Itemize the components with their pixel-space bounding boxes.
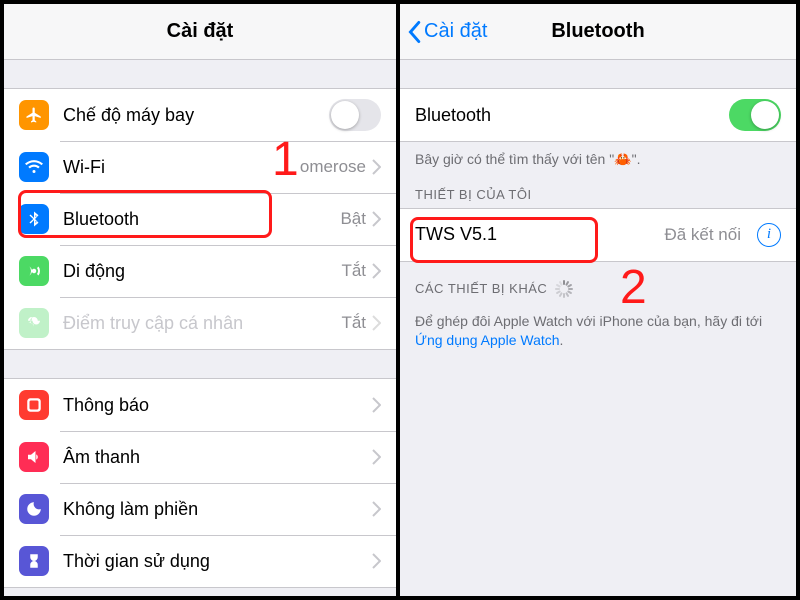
chevron-right-icon bbox=[372, 397, 381, 413]
cell-screentime[interactable]: Thời gian sử dụng bbox=[4, 535, 396, 587]
bluetooth-toggle-group: Bluetooth bbox=[400, 88, 796, 142]
pair-note: Để ghép đôi Apple Watch với iPhone của b… bbox=[400, 304, 796, 350]
cell-bluetooth[interactable]: Bluetooth Bật bbox=[4, 193, 396, 245]
airplane-icon bbox=[19, 100, 49, 130]
spinner-icon bbox=[555, 280, 573, 298]
cell-sounds[interactable]: Âm thanh bbox=[4, 431, 396, 483]
settings-group-general: Thông báo Âm thanh Không làm phiền bbox=[4, 378, 396, 588]
settings-title: Cài đặt bbox=[167, 20, 234, 43]
cell-device-tws[interactable]: TWS V5.1 Đã kết nối i bbox=[400, 209, 796, 261]
bluetooth-value: Bật bbox=[340, 209, 366, 229]
apple-watch-link[interactable]: Ứng dụng Apple Watch bbox=[415, 332, 560, 348]
chevron-right-icon bbox=[372, 553, 381, 569]
cell-bluetooth-toggle[interactable]: Bluetooth bbox=[400, 89, 796, 141]
cell-airplane[interactable]: Chế độ máy bay bbox=[4, 89, 396, 141]
settings-navbar: Cài đặt bbox=[4, 4, 396, 60]
bluetooth-label: Bluetooth bbox=[63, 209, 340, 230]
hotspot-value: Tắt bbox=[341, 313, 366, 333]
hotspot-icon bbox=[19, 308, 49, 338]
cell-dnd[interactable]: Không làm phiền bbox=[4, 483, 396, 535]
chevron-right-icon bbox=[372, 211, 381, 227]
my-devices-header: THIẾT BỊ CỦA TÔI bbox=[400, 169, 796, 208]
hotspot-label: Điểm truy cập cá nhân bbox=[63, 313, 341, 334]
chevron-right-icon bbox=[372, 315, 381, 331]
other-devices-header: CÁC THIẾT BỊ KHÁC bbox=[400, 262, 796, 304]
callout-2: 2 bbox=[620, 260, 647, 315]
device-info-button[interactable]: i bbox=[757, 223, 781, 247]
sounds-label: Âm thanh bbox=[63, 447, 372, 468]
device-name: TWS V5.1 bbox=[415, 224, 664, 245]
airplane-switch[interactable] bbox=[329, 99, 381, 131]
bluetooth-icon bbox=[19, 204, 49, 234]
chevron-right-icon bbox=[372, 501, 381, 517]
wifi-value: omerose bbox=[300, 157, 366, 177]
bluetooth-toggle-label: Bluetooth bbox=[415, 105, 729, 126]
bluetooth-title: Bluetooth bbox=[551, 20, 644, 43]
callout-1: 1 bbox=[272, 132, 299, 187]
cell-cellular[interactable]: Di động Tắt bbox=[4, 245, 396, 297]
chevron-right-icon bbox=[372, 159, 381, 175]
settings-group-network: Chế độ máy bay Wi-Fi omerose Bluetooth B… bbox=[4, 88, 396, 350]
my-devices-group: TWS V5.1 Đã kết nối i bbox=[400, 208, 796, 262]
discoverable-note: Bây giờ có thể tìm thấy với tên "🦀". bbox=[400, 142, 796, 169]
dnd-icon bbox=[19, 494, 49, 524]
cellular-icon bbox=[19, 256, 49, 286]
chevron-right-icon bbox=[372, 449, 381, 465]
chevron-right-icon bbox=[372, 263, 381, 279]
notifications-label: Thông báo bbox=[63, 395, 372, 416]
cellular-label: Di động bbox=[63, 261, 341, 282]
sounds-icon bbox=[19, 442, 49, 472]
bluetooth-pane: Cài đặt Bluetooth Bluetooth Bây giờ có t… bbox=[400, 4, 796, 596]
chevron-left-icon bbox=[406, 20, 422, 44]
cell-hotspot: Điểm truy cập cá nhân Tắt bbox=[4, 297, 396, 349]
dnd-label: Không làm phiền bbox=[63, 499, 372, 520]
screentime-icon bbox=[19, 546, 49, 576]
notifications-icon bbox=[19, 390, 49, 420]
back-button[interactable]: Cài đặt bbox=[406, 4, 487, 59]
wifi-icon bbox=[19, 152, 49, 182]
bluetooth-switch[interactable] bbox=[729, 99, 781, 131]
wifi-label: Wi-Fi bbox=[63, 157, 300, 178]
cellular-value: Tắt bbox=[341, 261, 366, 281]
airplane-label: Chế độ máy bay bbox=[63, 105, 329, 126]
device-status: Đã kết nối bbox=[664, 225, 741, 245]
settings-pane: Cài đặt Chế độ máy bay Wi-Fi omerose bbox=[4, 4, 400, 596]
screentime-label: Thời gian sử dụng bbox=[63, 551, 372, 572]
back-label: Cài đặt bbox=[424, 20, 487, 43]
bluetooth-navbar: Cài đặt Bluetooth bbox=[400, 4, 796, 60]
cell-wifi[interactable]: Wi-Fi omerose bbox=[4, 141, 396, 193]
cell-notifications[interactable]: Thông báo bbox=[4, 379, 396, 431]
